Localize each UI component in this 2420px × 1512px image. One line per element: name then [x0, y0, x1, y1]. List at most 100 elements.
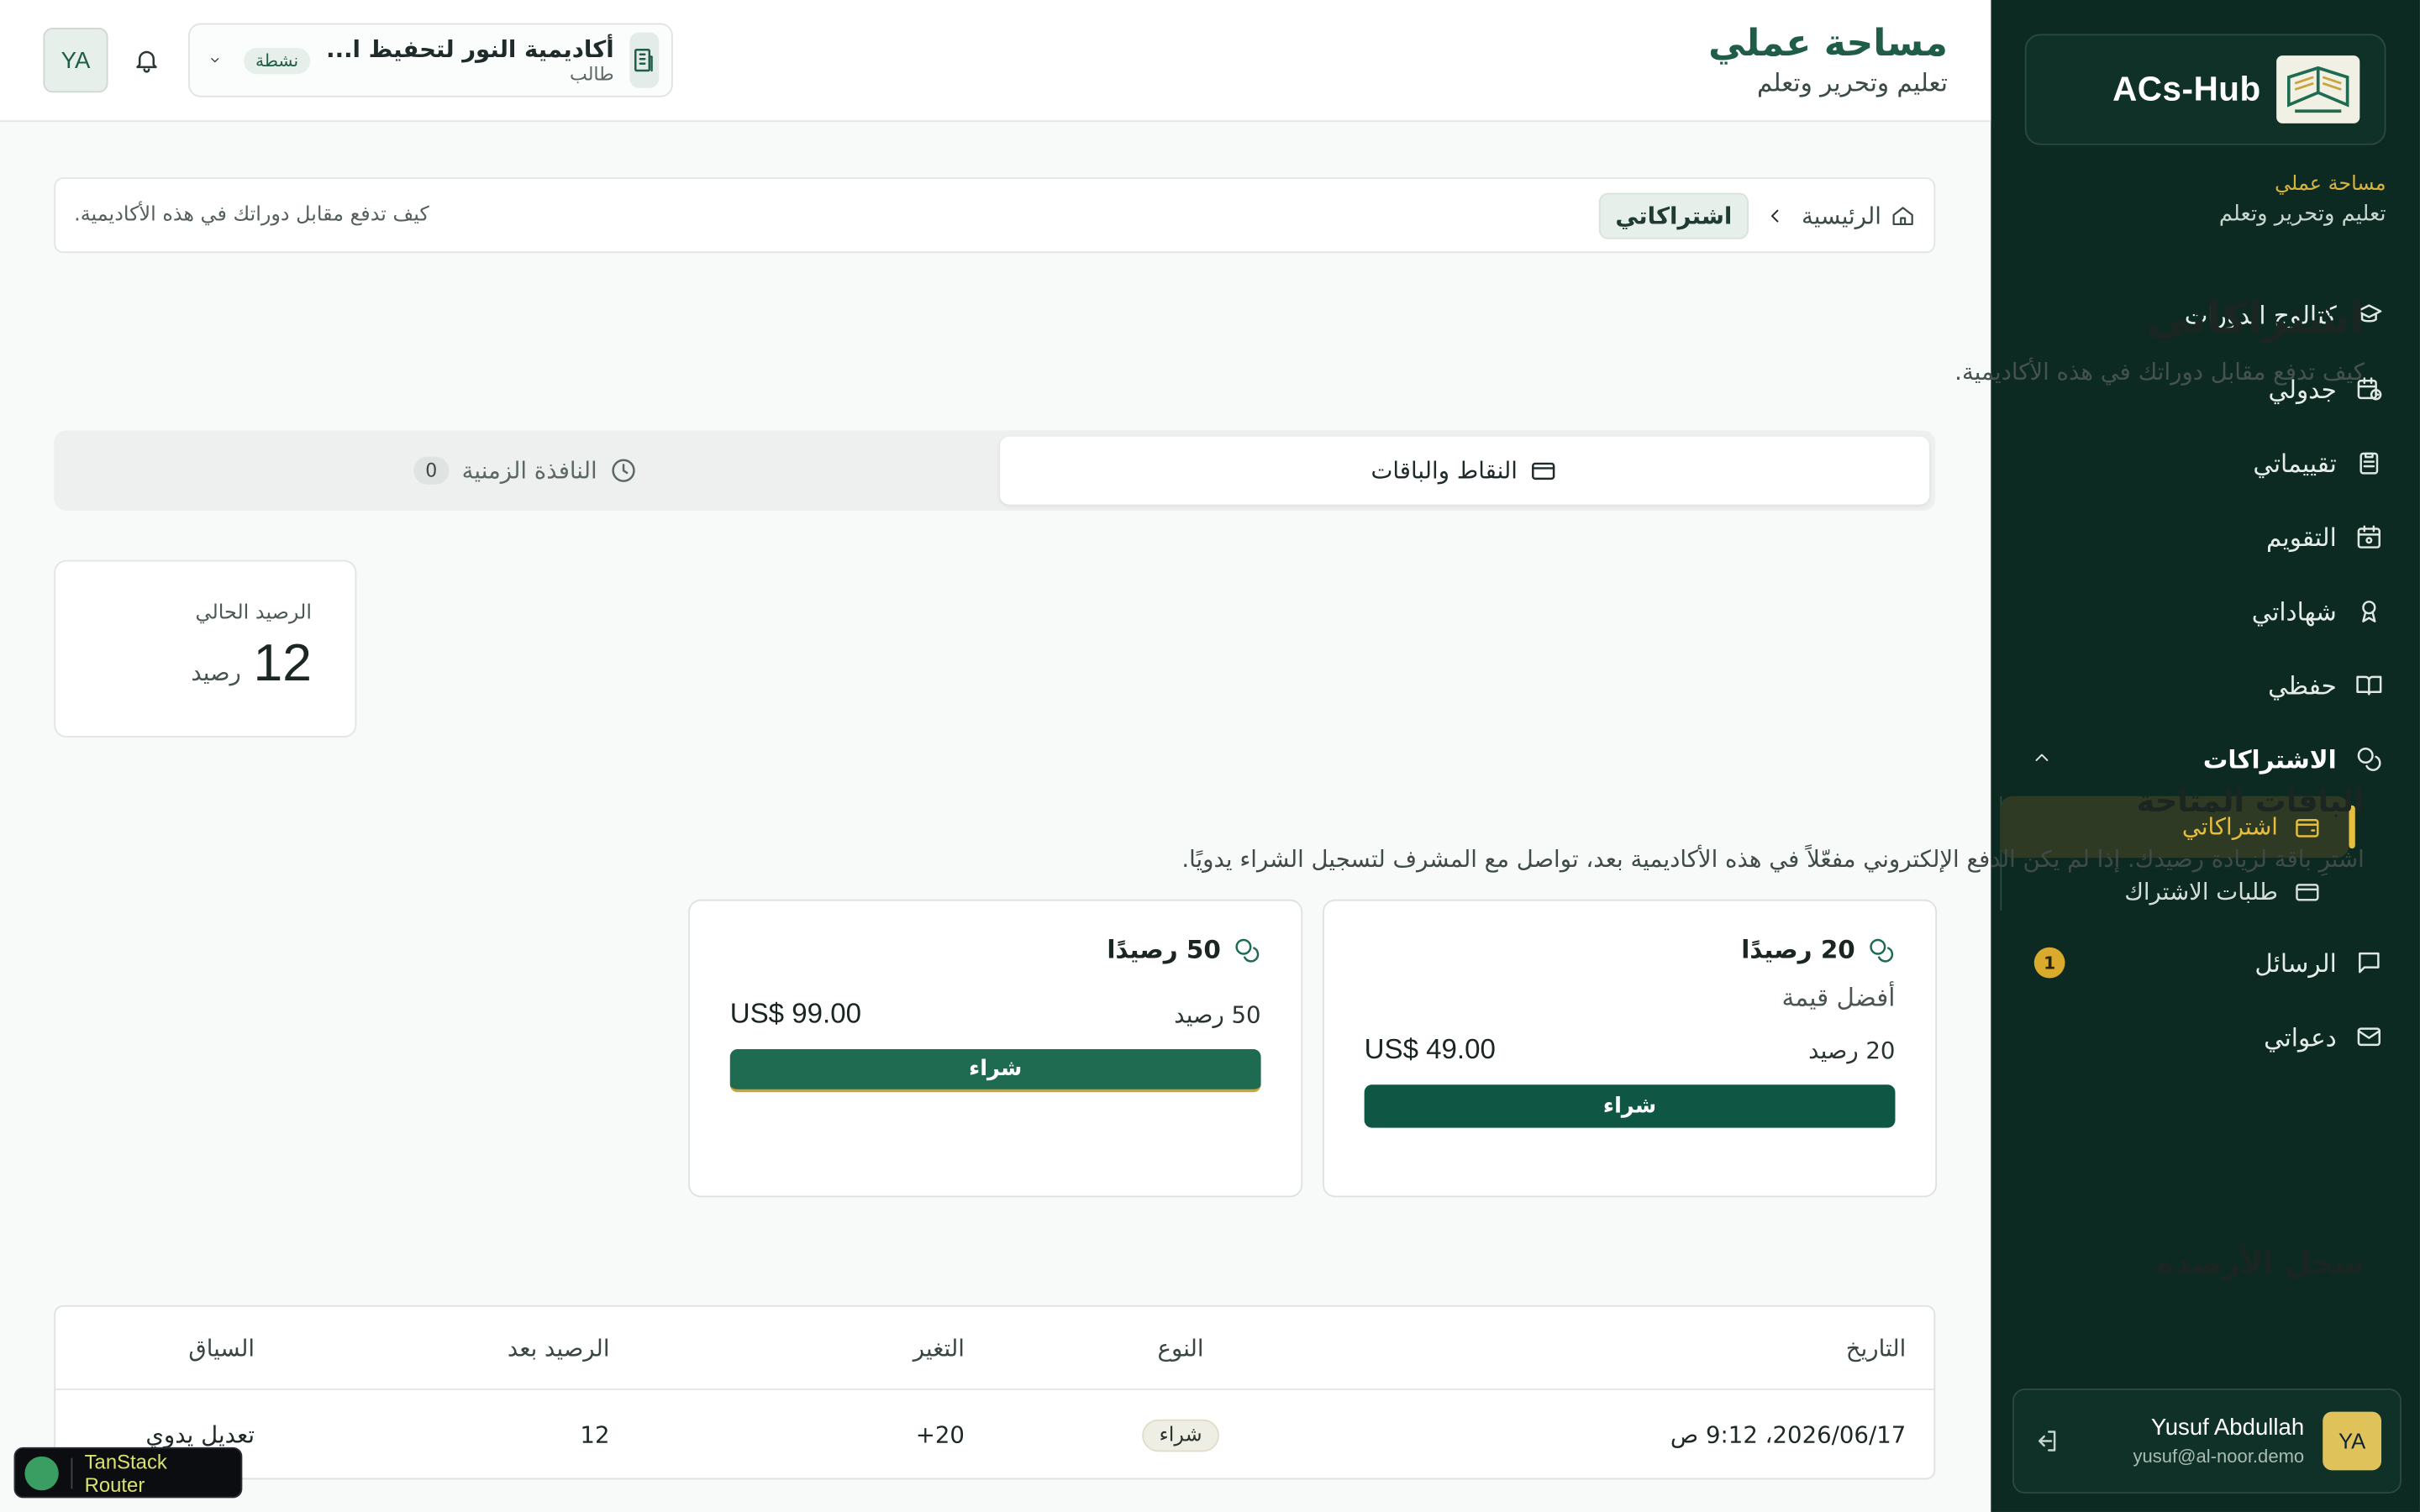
sidebar-item-label: التقويم — [2265, 522, 2337, 552]
header-title: مساحة عملي — [1708, 21, 1948, 66]
tanstack-router-devtools[interactable]: TanStack Router — [13, 1446, 243, 1499]
user-name: Yusuf Abdullah — [2150, 1415, 2305, 1441]
package-name: 20 رصيدًا — [1741, 935, 1855, 964]
logout-icon[interactable] — [2033, 1427, 2060, 1455]
coins-icon — [2357, 748, 2381, 771]
package-price: US$ 49.00 — [1364, 1033, 1496, 1065]
workspace-tagline: تعليم وتحرير وتعلم — [2218, 202, 2386, 227]
user-menu-button[interactable]: YA — [43, 28, 108, 93]
package-card: 20 رصيدًا أفضل قيمة 20 رصيد US$ 49.00 شر… — [1323, 899, 1938, 1198]
building-icon — [629, 32, 660, 88]
status-badge: نشطة — [243, 47, 311, 74]
quran-logo-icon — [2276, 55, 2360, 123]
brand-name: ACs-Hub — [2112, 69, 2261, 108]
package-price: US$ 99.00 — [729, 998, 861, 1030]
sidebar-item-label: طلبات الاشتراك — [2124, 878, 2278, 906]
page-title: اشتراكاتي — [2146, 292, 2365, 344]
type-chip: شراء — [1142, 1418, 1219, 1452]
balance-card: الرصيد الحالي 12 رصيد — [54, 559, 357, 738]
cell-change: +20 — [915, 1420, 965, 1449]
sidebar-item-invitations[interactable]: دعواتي — [1991, 1000, 2420, 1074]
column-header: النوع — [1157, 1333, 1204, 1362]
avatar: YA — [2323, 1411, 2382, 1471]
academy-name: أكاديمية النور لتحفيظ ا... — [326, 35, 614, 64]
tab-label: النافذة الزمنية — [461, 456, 597, 485]
award-icon — [2362, 601, 2376, 622]
academy-switcher[interactable]: أكاديمية النور لتحفيظ ا... طالب نشطة — [188, 23, 673, 97]
brand-card[interactable]: ACs-Hub — [2024, 34, 2386, 145]
balance-label: الرصيد الحالي — [195, 601, 313, 625]
unread-badge: 1 — [2033, 947, 2065, 979]
tabs: النقاط والباقات النافذة الزمنية 0 — [54, 430, 1936, 511]
sidebar-item-label: تقييماتي — [2253, 448, 2337, 478]
coins-icon — [1235, 937, 1260, 962]
breadcrumb-home-label: الرئيسية — [1802, 201, 1881, 229]
package-credits: 50 رصيد — [1174, 1000, 1261, 1029]
cell-date: 2026/06/17، 9:12 ص — [1670, 1420, 1907, 1449]
sidebar-item-certificates[interactable]: شهاداتي — [1991, 574, 2420, 648]
academy-role: طالب — [570, 63, 614, 86]
tab-label: النقاط والباقات — [1370, 456, 1518, 485]
cell-balance-after: 12 — [580, 1420, 610, 1449]
sidebar-group-label: الاشتراكات — [2202, 744, 2337, 774]
credit-card-icon — [1532, 462, 1555, 480]
column-header: الرصيد بعد — [507, 1333, 610, 1362]
credit-card-icon — [2296, 884, 2319, 901]
page-subtitle: كيف تدفع مقابل دوراتك في هذه الأكاديمية. — [1954, 358, 2365, 386]
book-open-icon — [2356, 675, 2382, 696]
header-subtitle: تعليم وتحرير وتعلم — [1756, 67, 1948, 97]
table-row: 2026/06/17، 9:12 ص شراء +20 12 تعديل يدو… — [55, 1390, 1933, 1480]
breadcrumb-home[interactable]: الرئيسية — [1802, 202, 1915, 229]
column-header: السياق — [188, 1333, 255, 1362]
clipboard-icon — [2360, 452, 2379, 475]
column-header: التغير — [913, 1333, 965, 1362]
coins-icon — [1870, 937, 1894, 962]
user-email: yusuf@al-noor.demo — [2133, 1445, 2305, 1467]
balance-value: 12 — [253, 633, 313, 693]
chevron-down-icon — [211, 58, 219, 63]
top-header: مساحة عملي تعليم وتحرير وتعلم أكاديمية ا… — [0, 0, 1991, 123]
sidebar-item-calendar[interactable]: التقويم — [1991, 500, 2420, 574]
sidebar-item-assessments[interactable]: تقييماتي — [1991, 426, 2420, 500]
package-name: 50 رصيدًا — [1107, 935, 1221, 964]
sidebar-item-label: حفظي — [2268, 670, 2337, 700]
bell-icon[interactable] — [133, 46, 160, 74]
package-tag: أفضل قيمة — [1781, 982, 1896, 1012]
ledger-table: التاريخ النوع التغير الرصيد بعد السياق 2… — [54, 1305, 1936, 1480]
buy-button[interactable]: شراء — [729, 1048, 1261, 1093]
tab-count-badge: 0 — [413, 456, 450, 485]
cell-context: تعديل يدوي — [145, 1420, 255, 1449]
tanstack-logo-icon — [24, 1455, 59, 1490]
sidebar-item-memorization[interactable]: حفظي — [1991, 648, 2420, 722]
clock-icon — [612, 459, 635, 482]
buy-button[interactable]: شراء — [1364, 1084, 1896, 1128]
packages-subtitle: اشترِ باقة لزيادة رصيدك. إذا لم يكن الدف… — [1181, 845, 2365, 874]
tab-time-window[interactable]: النافذة الزمنية 0 — [60, 437, 991, 505]
sidebar-item-label: شهاداتي — [2251, 596, 2337, 626]
table-header: التاريخ النوع التغير الرصيد بعد السياق — [55, 1307, 1934, 1390]
workspace-label: مساحة عملي — [2275, 172, 2386, 197]
balance-unit: رصيد — [191, 659, 241, 687]
chevron-left-icon — [1771, 208, 1779, 222]
package-credits: 20 رصيد — [1808, 1036, 1896, 1064]
sidebar-item-label: دعواتي — [2264, 1021, 2337, 1052]
message-icon — [2359, 952, 2380, 974]
sidebar-item-messages[interactable]: الرسائل 1 — [1991, 926, 2420, 1000]
breadcrumb-current: اشتراكاتي — [1598, 192, 1749, 239]
column-header: التاريخ — [1845, 1333, 1907, 1362]
chevron-up-icon[interactable] — [2031, 747, 2053, 769]
user-card[interactable]: YA Yusuf Abdullah yusuf@al-noor.demo — [2012, 1389, 2402, 1494]
divider — [71, 1457, 72, 1488]
calendar-icon — [2357, 525, 2381, 549]
ledger-title: سجل الأرصدة — [2156, 1243, 2365, 1281]
sidebar: ACs-Hub مساحة عملي تعليم وتحرير وتعلم كت… — [1991, 0, 2420, 1512]
tab-points-packages[interactable]: النقاط والباقات — [999, 436, 1929, 505]
breadcrumb: الرئيسية اشتراكاتي كيف تدفع مقابل دوراتك… — [54, 177, 1936, 254]
breadcrumb-description: كيف تدفع مقابل دوراتك في هذه الأكاديمية. — [74, 203, 429, 227]
devtools-label: TanStack Router — [84, 1449, 167, 1496]
packages-title: الباقات المتاحة — [2136, 782, 2365, 820]
sidebar-nav: كتالوج الدورات جدولي تقييماتي التقويم شه… — [1991, 278, 2420, 1074]
package-card: 50 رصيدًا 50 رصيد US$ 99.00 شراء — [688, 899, 1303, 1198]
home-icon — [1892, 206, 1913, 225]
sidebar-item-label: الرسائل — [2254, 948, 2337, 978]
